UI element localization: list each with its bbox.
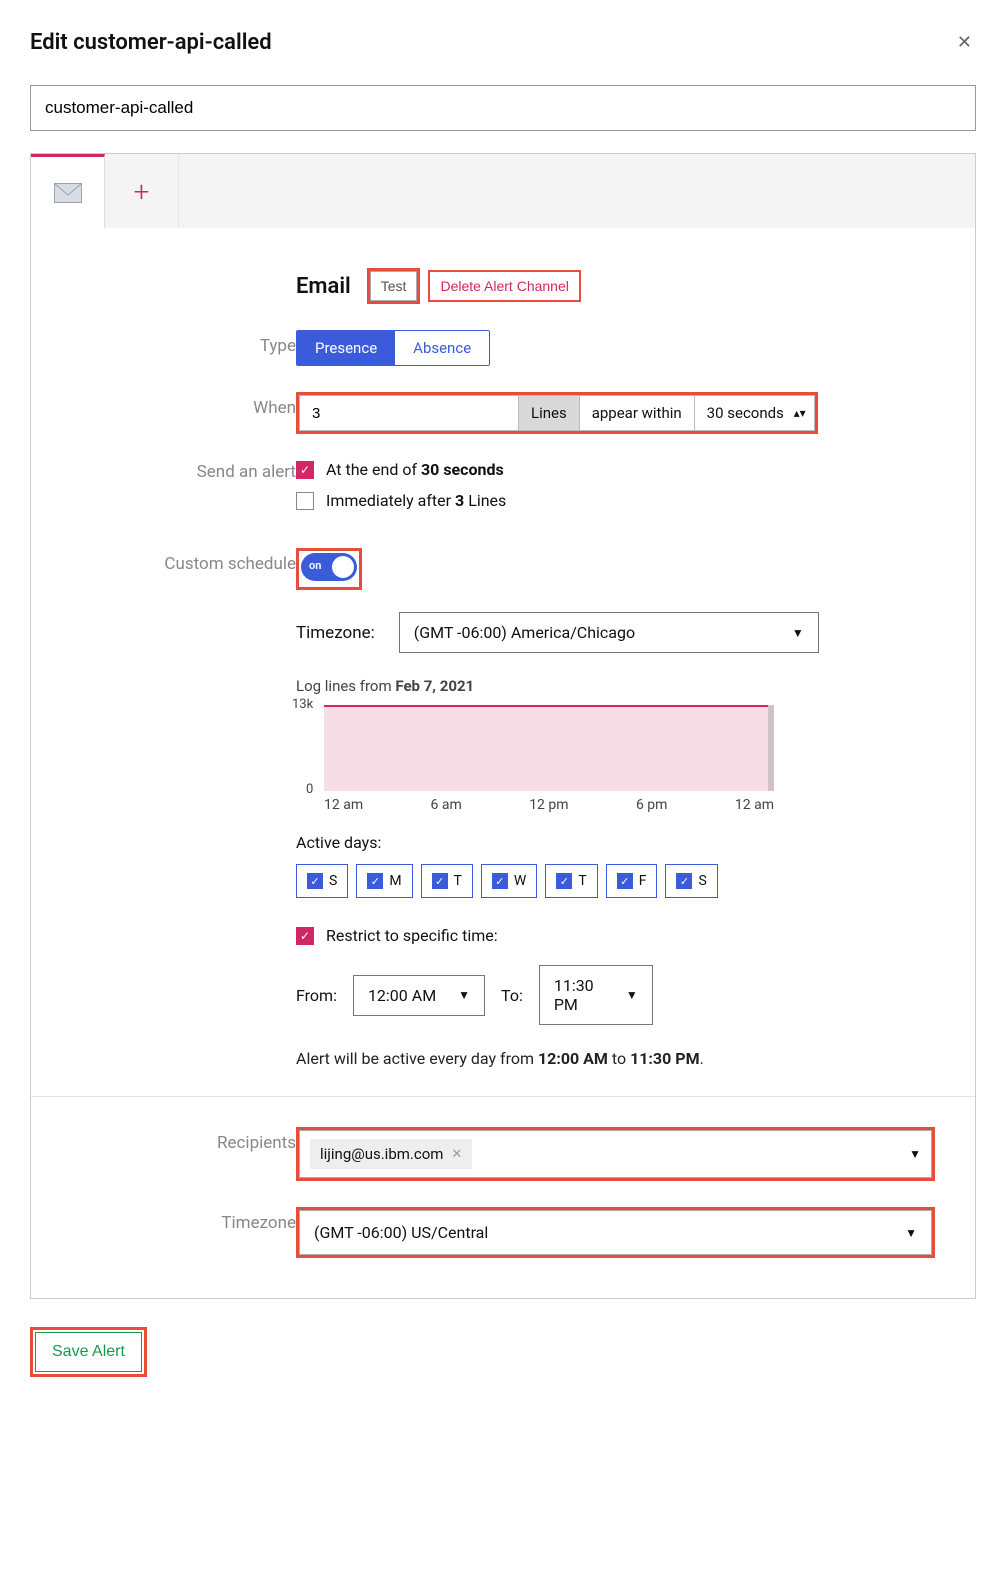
immediate-checkbox[interactable] [296,492,314,510]
when-count-input[interactable] [299,395,519,431]
when-window-value: 30 seconds [707,404,784,422]
type-absence[interactable]: Absence [395,331,489,365]
immediate-text: Immediately after 3 Lines [326,491,506,510]
day-sun[interactable]: ✓S [296,864,348,898]
sort-icon: ▴▾ [794,406,806,420]
divider [31,1096,975,1097]
from-time-select[interactable]: 12:00 AM ▼ [353,975,485,1016]
active-days-row: ✓S ✓M ✓T ✓W ✓T ✓F ✓S [296,864,935,898]
plus-icon: + [134,175,150,208]
active-days-label: Active days: [296,833,935,852]
restrict-time-checkbox[interactable]: ✓ [296,927,314,945]
from-label: From: [296,986,337,1005]
recipients-select[interactable]: lijing@us.ibm.com ✕ ▼ [299,1130,932,1178]
chevron-down-icon: ▼ [909,1147,921,1161]
when-appear-label: appear within [580,395,695,431]
when-unit-label: Lines [519,395,580,431]
chart-ymax: 13k [292,697,313,712]
day-tue[interactable]: ✓T [421,864,473,898]
page-title: Edit customer-api-called [30,30,272,55]
tab-add-channel[interactable]: + [105,154,179,228]
save-button[interactable]: Save Alert [35,1332,142,1372]
chart-ymin: 0 [306,782,313,797]
custom-schedule-label: Custom schedule [71,548,296,574]
chevron-down-icon: ▼ [905,1226,917,1240]
toggle-state: on [309,559,321,572]
when-window-select[interactable]: 30 seconds ▴▾ [695,395,815,431]
chart-x-axis: 12 am 6 am 12 pm 6 pm 12 am [324,797,774,813]
from-value: 12:00 AM [368,986,436,1005]
chevron-down-icon: ▼ [458,988,470,1002]
recipients-label: Recipients [71,1127,296,1153]
chevron-down-icon: ▼ [792,626,804,640]
footer-timezone-select[interactable]: (GMT -06:00) US/Central ▼ [299,1210,932,1255]
chevron-down-icon: ▼ [626,988,638,1002]
timezone-value: (GMT -06:00) America/Chicago [414,623,635,642]
to-value: 11:30 PM [554,976,604,1014]
day-sat[interactable]: ✓S [665,864,717,898]
delete-channel-button[interactable]: Delete Alert Channel [430,272,578,300]
chart-title: Log lines from Feb 7, 2021 [296,677,935,695]
footer-timezone-value: (GMT -06:00) US/Central [314,1223,488,1242]
chip-remove-icon[interactable]: ✕ [451,1147,462,1162]
recipient-chip: lijing@us.ibm.com ✕ [310,1139,472,1169]
day-thu[interactable]: ✓T [545,864,597,898]
tab-email[interactable] [31,154,105,228]
timezone-select[interactable]: (GMT -06:00) America/Chicago ▼ [399,612,819,653]
type-presence[interactable]: Presence [297,331,395,365]
test-button[interactable]: Test [370,271,418,301]
restrict-time-label: Restrict to specific time: [326,926,498,945]
day-wed[interactable]: ✓W [481,864,537,898]
send-alert-label: Send an alert [71,460,296,482]
end-text: At the end of 30 seconds [326,460,504,479]
alert-name-input[interactable] [30,85,976,131]
schedule-toggle[interactable]: on [301,553,357,581]
log-lines-chart: 13k 0 [324,701,774,791]
alert-panel: + Email Test Delete Alert Channel Type P… [30,153,976,1299]
channel-title: Email [296,274,351,299]
to-time-select[interactable]: 11:30 PM ▼ [539,965,653,1025]
to-label: To: [501,986,523,1005]
end-checkbox[interactable]: ✓ [296,461,314,479]
day-mon[interactable]: ✓M [356,864,412,898]
close-icon[interactable]: ✕ [953,28,976,57]
when-label: When [71,392,296,418]
timezone-inline-label: Timezone: [296,623,375,643]
day-fri[interactable]: ✓F [606,864,658,898]
active-summary: Alert will be active every day from 12:0… [296,1049,935,1068]
footer-timezone-label: Timezone [71,1207,296,1233]
type-toggle[interactable]: Presence Absence [296,330,490,366]
type-label: Type [71,330,296,356]
channel-tabs: + [31,154,975,228]
recipient-email: lijing@us.ibm.com [320,1145,443,1163]
envelope-icon [54,183,82,203]
